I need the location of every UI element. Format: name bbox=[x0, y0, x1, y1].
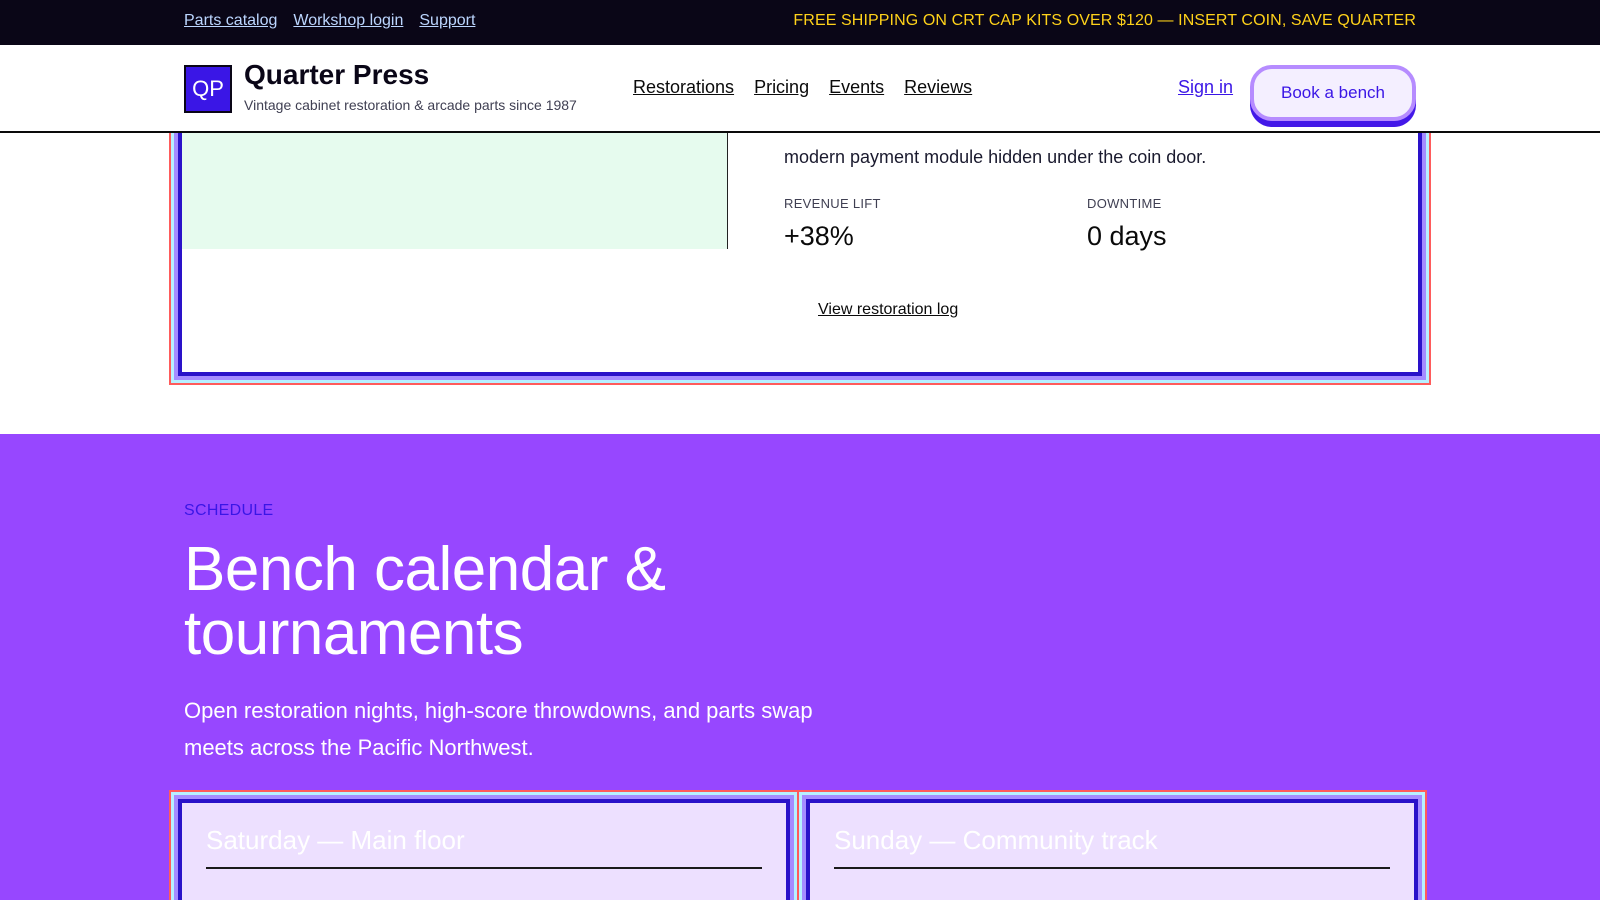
brand-name[interactable]: Quarter Press bbox=[244, 59, 429, 91]
section-eyebrow: SCHEDULE bbox=[184, 502, 274, 519]
day-card-saturday[interactable]: Saturday — Main floor bbox=[169, 790, 799, 900]
site-header: QP Quarter Press Vintage cabinet restora… bbox=[0, 45, 1600, 133]
nav-events[interactable]: Events bbox=[829, 77, 884, 98]
nav-pricing[interactable]: Pricing bbox=[754, 77, 809, 98]
nav-reviews[interactable]: Reviews bbox=[904, 77, 972, 98]
metric-value-revenue: +38% bbox=[784, 221, 854, 251]
divider bbox=[206, 867, 762, 869]
sign-in-link[interactable]: Sign in bbox=[1178, 77, 1233, 98]
section-title: Bench calendar & tournaments bbox=[184, 535, 666, 668]
case-study-description: modern payment module hidden under the c… bbox=[784, 147, 1207, 167]
support-link[interactable]: Support bbox=[419, 12, 475, 30]
day-card-title: Saturday — Main floor bbox=[206, 825, 465, 855]
utility-links: Parts catalog Workshop login Support bbox=[184, 12, 475, 30]
metric-value-downtime: 0 days bbox=[1087, 221, 1167, 251]
day-card-title: Sunday — Community track bbox=[834, 825, 1158, 855]
main-nav: Restorations Pricing Events Reviews bbox=[633, 77, 972, 98]
brand-tagline: Vintage cabinet restoration & arcade par… bbox=[244, 97, 577, 113]
metric-label-revenue: REVENUE LIFT bbox=[784, 196, 881, 211]
schedule-section: SCHEDULE Bench calendar & tournaments Op… bbox=[0, 434, 1600, 900]
view-restoration-log-link[interactable]: View restoration log bbox=[818, 301, 958, 319]
promo-text: FREE SHIPPING ON CRT CAP KITS OVER $120 … bbox=[793, 12, 1416, 29]
parts-catalog-link[interactable]: Parts catalog bbox=[184, 12, 277, 30]
logo-mark[interactable]: QP bbox=[184, 65, 232, 113]
metric-label-downtime: DOWNTIME bbox=[1087, 196, 1162, 211]
announcement-bar: Parts catalog Workshop login Support FRE… bbox=[0, 0, 1600, 45]
book-bench-button[interactable]: Book a bench bbox=[1250, 65, 1416, 121]
nav-restorations[interactable]: Restorations bbox=[633, 77, 734, 98]
divider bbox=[834, 867, 1390, 869]
workshop-login-link[interactable]: Workshop login bbox=[293, 12, 403, 30]
section-subtitle: Open restoration nights, high-score thro… bbox=[184, 698, 813, 760]
case-study-card: modern payment module hidden under the c… bbox=[169, 110, 1431, 385]
case-study-image bbox=[182, 123, 728, 249]
day-card-sunday[interactable]: Sunday — Community track bbox=[797, 790, 1427, 900]
